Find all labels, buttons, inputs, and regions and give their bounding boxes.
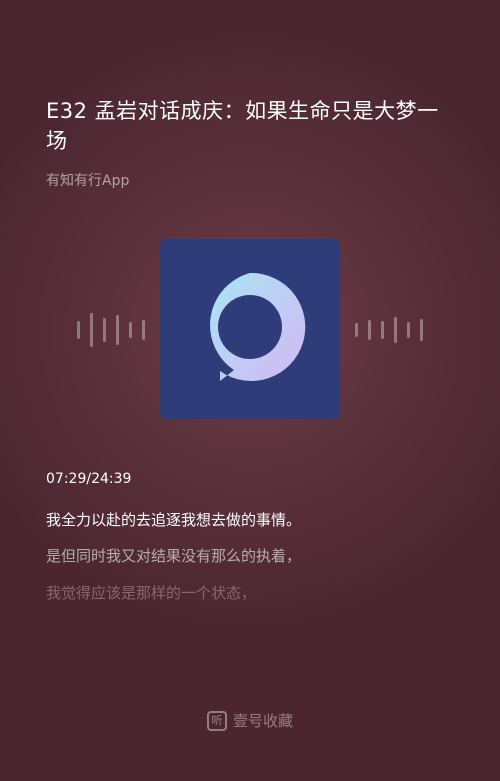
wave-bar bbox=[90, 313, 93, 347]
wave-bar bbox=[129, 322, 132, 338]
listen-badge-icon: 听 bbox=[206, 711, 227, 731]
wave-bar bbox=[381, 321, 384, 339]
wave-bar bbox=[142, 320, 145, 340]
wave-bar bbox=[116, 315, 119, 345]
episode-cover-art[interactable] bbox=[160, 239, 340, 419]
watermark: 听 壹号收藏 bbox=[0, 710, 500, 732]
transcript-line-following: 我觉得应该是那样的一个状态， bbox=[46, 584, 257, 602]
transcript-line-next: 是但同时我又对结果没有那么的执着， bbox=[46, 547, 302, 565]
episode-title: E32 孟岩对话成庆：如果生命只是大梦一场 bbox=[46, 99, 439, 153]
speech-bubble-logo-icon bbox=[190, 267, 310, 391]
playback-time: 07:29/24:39 bbox=[46, 471, 132, 487]
wave-bar bbox=[103, 318, 106, 342]
wave-bar bbox=[355, 323, 358, 337]
wave-bar bbox=[368, 320, 371, 340]
wave-bar bbox=[420, 319, 423, 341]
audio-wave-left bbox=[77, 312, 145, 348]
watermark-text: 壹号收藏 bbox=[232, 712, 293, 730]
audio-wave-right bbox=[355, 312, 423, 348]
wave-bar bbox=[77, 321, 80, 339]
podcast-name: 有知有行App bbox=[46, 173, 130, 189]
wave-bar bbox=[407, 322, 410, 338]
transcript-line-current: 我全力以赴的去追逐我想去做的事情。 bbox=[46, 511, 302, 529]
player-screen: E32 孟岩对话成庆：如果生命只是大梦一场 有知有行App 07:29/24:3… bbox=[0, 0, 500, 781]
wave-bar bbox=[394, 317, 397, 343]
